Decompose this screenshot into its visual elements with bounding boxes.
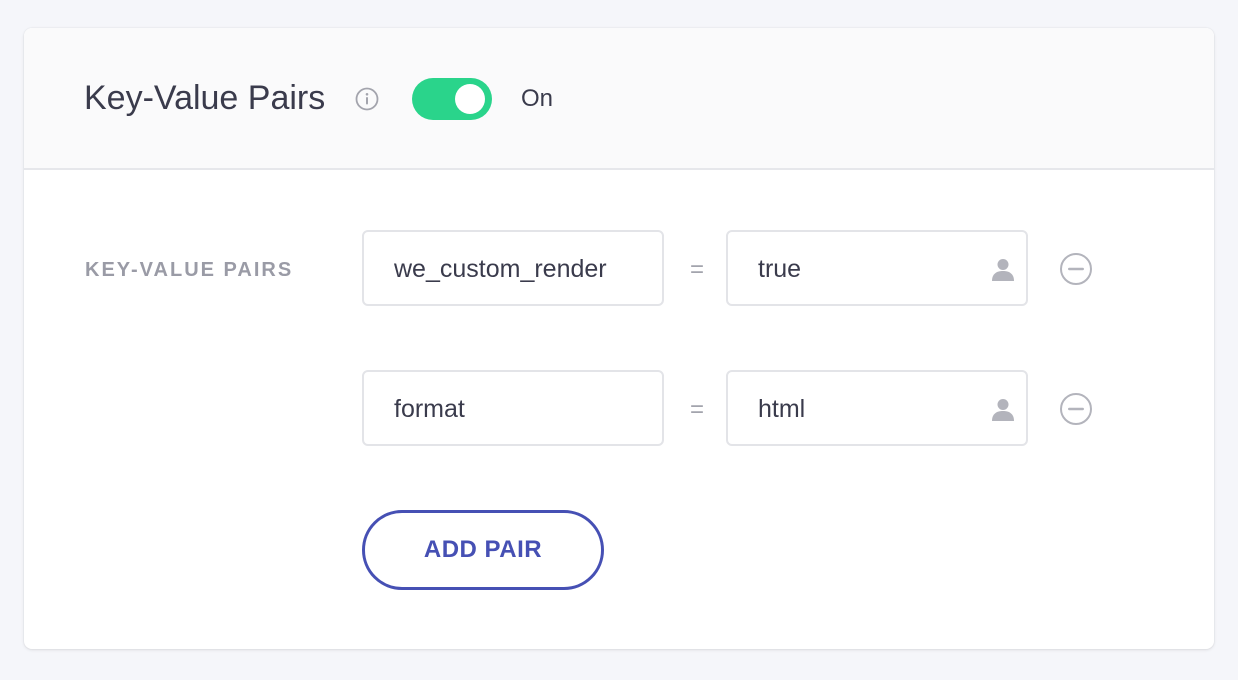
pair-value-text: html	[758, 395, 806, 423]
card-header: Key-Value Pairs On	[24, 28, 1214, 170]
pair-value-text: true	[758, 255, 802, 283]
section-title: Key-Value Pairs	[84, 79, 326, 117]
key-value-pairs-label: KEY-VALUE PAIRS	[85, 259, 294, 281]
person-icon[interactable]	[990, 256, 1016, 282]
pair-key-value: we_custom_render	[394, 255, 607, 283]
remove-pair-icon[interactable]	[1059, 252, 1093, 286]
add-pair-button[interactable]: ADD PAIR	[362, 510, 604, 590]
key-value-pairs-card: Key-Value Pairs On KEY-VALUE PAIRS we_cu…	[24, 28, 1214, 649]
enable-toggle[interactable]	[412, 78, 492, 120]
remove-pair-icon[interactable]	[1059, 392, 1093, 426]
pair-key-input[interactable]: we_custom_render	[362, 230, 664, 306]
pair-value-input[interactable]: true	[726, 230, 1028, 306]
person-icon[interactable]	[990, 396, 1016, 422]
equals-sign: =	[689, 256, 704, 283]
pair-key-input[interactable]: format	[362, 370, 664, 446]
pair-key-value: format	[394, 395, 465, 423]
info-icon[interactable]	[355, 87, 379, 111]
toggle-knob	[455, 84, 485, 114]
equals-sign: =	[689, 396, 704, 423]
toggle-state-label: On	[521, 85, 554, 112]
pair-value-input[interactable]: html	[726, 370, 1028, 446]
